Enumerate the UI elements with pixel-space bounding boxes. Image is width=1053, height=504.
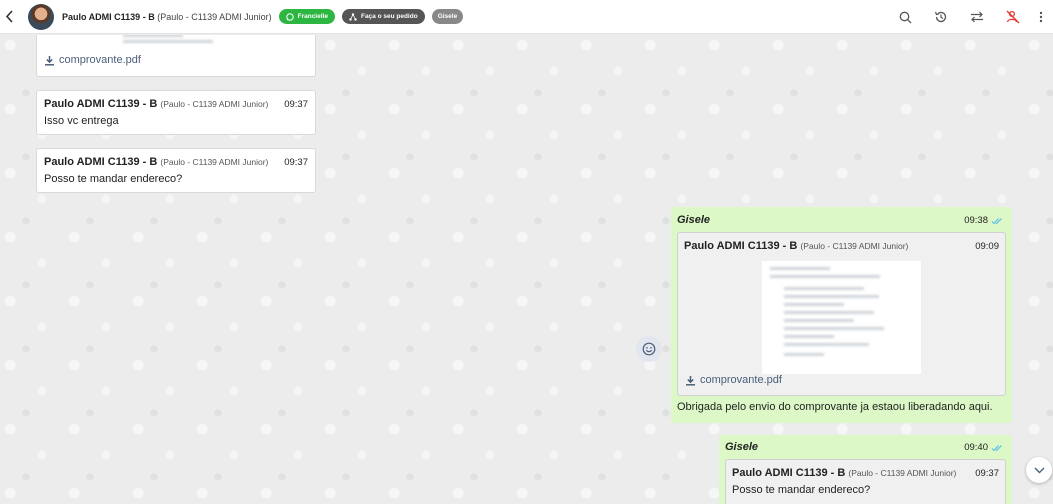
badge-label: Francielle [297, 13, 328, 20]
sender-label: Paulo ADMI C1139 - B [684, 240, 798, 252]
sender-label: Paulo ADMI C1139 - B [44, 156, 158, 168]
document-preview[interactable] [762, 261, 921, 374]
avatar[interactable] [28, 3, 54, 30]
badge-label: Faça o seu pedido [360, 13, 418, 20]
message-time: 09:37 [284, 157, 308, 168]
quoted-time: 09:37 [975, 468, 999, 479]
message-text: Posso te mandar endereco? [44, 173, 183, 185]
search-icon[interactable] [887, 0, 923, 34]
file-name: comprovante.pdf [59, 54, 141, 66]
sender-subtitle: (Paulo - C1139 ADMI Junior) [160, 157, 269, 167]
quoted-message[interactable]: Paulo ADMI C1139 - B (Paulo - C1139 ADMI… [677, 232, 1006, 396]
message-text: Isso vc entrega [44, 115, 119, 127]
sender-subtitle: (Paulo - C1139 ADMI Junior) [160, 99, 269, 109]
sender-label: Paulo ADMI C1139 - B [44, 98, 158, 110]
double-check-icon [991, 444, 1002, 451]
remove-user-icon[interactable] [995, 0, 1031, 34]
author-name: Gisele [677, 214, 711, 226]
quoted-message[interactable]: Paulo ADMI C1139 - B (Paulo - C1139 ADMI… [725, 459, 1006, 504]
quoted-sender: Paulo ADMI C1139 - B (Paulo - C1139 ADMI… [732, 467, 956, 479]
sender-name: Paulo ADMI C1139 - B (Paulo - C1139 ADMI… [44, 156, 268, 168]
badge-order[interactable]: Faça o seu pedido [341, 9, 425, 24]
sender-name: Paulo ADMI C1139 - B (Paulo - C1139 ADMI… [44, 98, 268, 110]
message-time: 09:40 [964, 442, 1004, 453]
pdf-attachment[interactable]: comprovante.pdf [685, 374, 782, 386]
download-icon [45, 55, 54, 66]
back-icon[interactable] [2, 0, 16, 34]
history-icon[interactable] [923, 0, 959, 34]
download-icon [686, 375, 695, 386]
badge-label: Gisele [437, 13, 458, 20]
document-preview[interactable] [117, 35, 227, 48]
scroll-down-button[interactable] [1026, 457, 1052, 483]
outgoing-message[interactable]: Gisele 09:38 Paulo ADMI C1139 - B (Paulo… [671, 207, 1012, 423]
contact-subtitle: (Paulo - C1139 ADMI Junior) [157, 11, 272, 22]
time-label: 09:38 [964, 215, 988, 226]
quoted-sender: Paulo ADMI C1139 - B (Paulo - C1139 ADMI… [684, 240, 908, 252]
badge-gisele[interactable]: Gisele [431, 9, 464, 24]
chat-area[interactable]: comprovante.pdf Paulo ADMI C1139 - B (Pa… [0, 35, 1053, 504]
emoji-reaction-button[interactable] [636, 336, 662, 362]
outgoing-message[interactable]: Gisele 09:40 Paulo ADMI C1139 - B (Paulo… [719, 435, 1012, 504]
quoted-time: 09:09 [975, 241, 999, 252]
message-time: 09:37 [284, 99, 308, 110]
sender-subtitle: (Paulo - C1139 ADMI Junior) [848, 468, 957, 478]
message-text: Obrigada pelo envio do comprovante ja es… [677, 401, 993, 413]
incoming-message[interactable]: Paulo ADMI C1139 - B (Paulo - C1139 ADMI… [36, 148, 316, 193]
double-check-icon [991, 217, 1002, 224]
author-name: Gisele [725, 441, 759, 453]
sender-label: Paulo ADMI C1139 - B [732, 467, 846, 479]
sender-subtitle: (Paulo - C1139 ADMI Junior) [800, 241, 909, 251]
pdf-attachment[interactable]: comprovante.pdf [44, 54, 141, 66]
transfer-arrows-icon[interactable] [959, 0, 995, 34]
message-time: 09:38 [964, 215, 1004, 226]
quoted-text: Posso te mandar endereco? [732, 484, 871, 496]
incoming-message[interactable]: Paulo ADMI C1139 - B (Paulo - C1139 ADMI… [36, 90, 316, 135]
incoming-message[interactable]: comprovante.pdf [36, 35, 316, 77]
chat-header: Paulo ADMI C1139 - B (Paulo - C1139 ADMI… [0, 0, 1053, 34]
smiley-icon [642, 342, 656, 356]
whatsapp-icon [285, 12, 294, 21]
badge-francielle[interactable]: Francielle [278, 9, 335, 24]
contact-name: Paulo ADMI C1139 - B [62, 11, 155, 22]
chevron-down-icon [1034, 467, 1044, 473]
file-name: comprovante.pdf [700, 374, 782, 386]
share-icon [349, 12, 357, 21]
more-menu-icon[interactable] [1031, 0, 1051, 34]
time-label: 09:40 [964, 442, 988, 453]
contact-title[interactable]: Paulo ADMI C1139 - B (Paulo - C1139 ADMI… [62, 12, 272, 22]
